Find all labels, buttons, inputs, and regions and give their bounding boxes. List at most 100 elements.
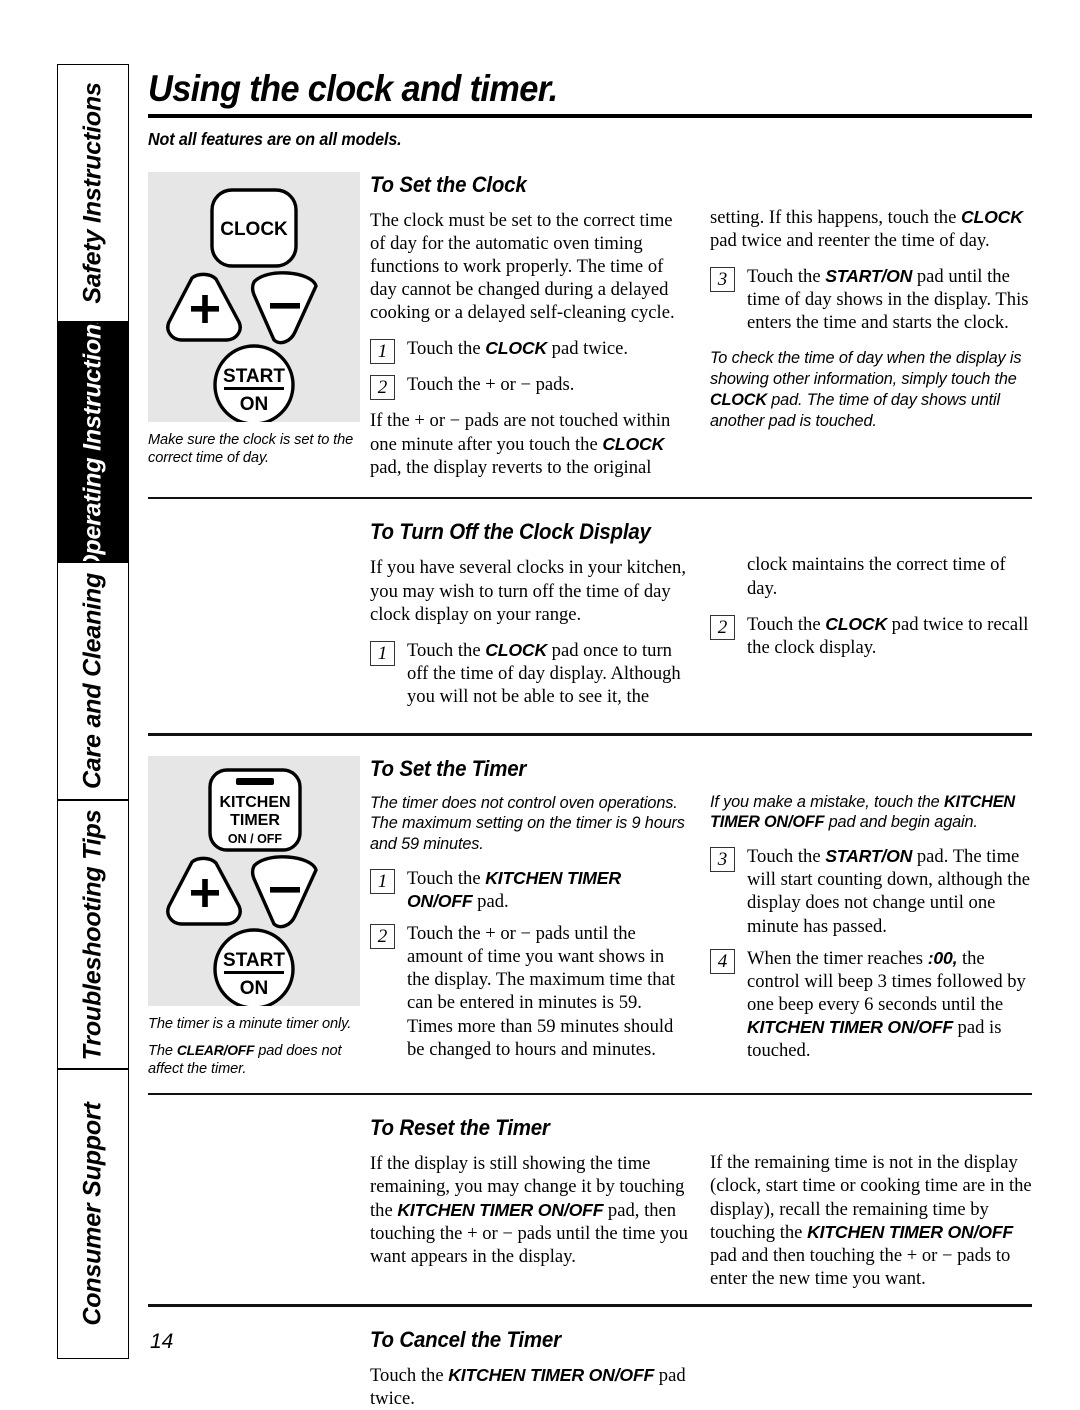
sidebar-tab-safety-instructions[interactable]: Safety Instructions	[57, 64, 129, 322]
caption-pre: The	[148, 1043, 177, 1060]
text-post: pad and then touching the + or − pads to…	[710, 1244, 1011, 1290]
pad-name: CLOCK	[485, 639, 547, 660]
page-number: 14	[150, 1330, 174, 1353]
set-clock-step-1: 1 Touch the CLOCK pad twice.	[370, 337, 688, 365]
step-number: 2	[370, 375, 395, 401]
minus-icon	[270, 886, 300, 893]
start-on-divider	[224, 386, 284, 390]
turn-off-clock-continuation: clock maintains the correct time of day.	[747, 554, 1006, 599]
section-set-the-clock: CLOCK START ON Make sure the clock is se…	[148, 171, 1032, 479]
reset-timer-left-column: To Reset the Timer If the display is sti…	[370, 1115, 688, 1290]
reset-timer-right-column: If the remaining time is not in the disp…	[710, 1115, 1032, 1290]
step-text: Touch the START/ON pad. The time will st…	[747, 845, 1032, 938]
step-text: Touch the KITCHEN TIMER ON/OFF pad.	[407, 867, 688, 913]
set-clock-note: To check the time of day when the displa…	[710, 348, 1032, 431]
heading-cancel-the-timer: To Cancel the Timer	[370, 1326, 561, 1352]
step-number: 3	[710, 267, 735, 293]
step-text: When the timer reaches :00, the control …	[747, 947, 1032, 1063]
pad-name: KITCHEN TIMER ON/OFF	[397, 1199, 604, 1220]
title-rule	[148, 113, 1032, 118]
tail-post: pad, the display reverts to the original	[370, 456, 652, 478]
step-text-pre: Touch the	[407, 338, 486, 360]
timer-illustration-caption-2: The CLEAR/OFF pad does not affect the ti…	[148, 1042, 362, 1079]
clock-pad-art: CLOCK START ON	[166, 188, 318, 422]
step-text-pre: When the timer reaches	[747, 947, 928, 969]
reset-timer-right-text: If the remaining time is not in the disp…	[710, 1151, 1032, 1290]
step-number: 1	[370, 868, 395, 894]
step-text: Touch the + or − pads until the amount o…	[407, 923, 676, 1060]
section-reset-the-timer: To Reset the Timer If the display is sti…	[148, 1115, 1032, 1290]
timer-zero-value: :00,	[927, 947, 958, 968]
clock-pad-label: CLOCK	[220, 219, 288, 240]
turn-off-clock-step-2: 2 Touch the CLOCK pad twice to recall th…	[710, 613, 1032, 659]
page-title: Using the clock and timer.	[148, 68, 558, 109]
heading-set-the-clock: To Set the Clock	[370, 171, 527, 197]
set-clock-step-3: 3 Touch the START/ON pad until the time …	[710, 265, 1032, 334]
set-clock-left-column: To Set the Clock The clock must be set t…	[370, 172, 688, 479]
pad-name: START/ON	[825, 266, 913, 287]
sidebar-tab-troubleshooting-tips[interactable]: Troubleshooting Tips	[57, 800, 129, 1069]
note-post: pad and begin again.	[824, 813, 978, 832]
timer-pad-art: KITCHEN TIMER ON / OFF START ON	[166, 768, 318, 1006]
step-text: Touch the START/ON pad until the time of…	[747, 265, 1032, 334]
step-text-pre: Touch the	[747, 846, 826, 868]
clock-pad-illustration-block: CLOCK START ON Make sure the clock is se…	[148, 171, 370, 479]
pad-name: CLOCK	[485, 338, 547, 359]
sidebar-tab-label: Consumer Support	[78, 1102, 107, 1326]
step-text-pre: Touch the	[747, 613, 826, 635]
set-timer-step-4: 4 When the timer reaches :00, the contro…	[710, 947, 1032, 1063]
sidebar-tab-label: Troubleshooting Tips	[78, 809, 107, 1060]
step-text: Touch the CLOCK pad twice.	[407, 337, 688, 364]
timer-pad-label: TIMER	[230, 812, 280, 829]
set-timer-step-2: 2 Touch the + or − pads until the amount…	[370, 922, 688, 1061]
pad-name: KITCHEN TIMER ON/OFF	[747, 1017, 953, 1038]
minus-icon	[270, 302, 300, 309]
cancel-timer-left-column: To Cancel the Timer Touch the KITCHEN TI…	[370, 1327, 688, 1410]
section-cancel-the-timer: To Cancel the Timer Touch the KITCHEN TI…	[148, 1327, 1032, 1410]
page-content: Using the clock and timer. Not all featu…	[148, 70, 1032, 1410]
note-pre: To check the time of day when the displa…	[710, 349, 1022, 389]
pad-name: CLOCK	[602, 433, 665, 454]
set-clock-continuation: setting. If this happens, touch the CLOC…	[710, 206, 1032, 252]
heading-set-the-timer: To Set the Timer	[370, 755, 527, 781]
page-subnote: Not all features are on all models.	[148, 128, 402, 149]
pad-name: CLOCK	[825, 613, 887, 634]
start-pad-label: START	[223, 366, 285, 387]
sidebar-tab-label: Safety Instructions	[78, 82, 107, 304]
pad-name: CLOCK	[710, 390, 767, 409]
step-number: 3	[710, 847, 735, 873]
set-timer-step-3: 3 Touch the START/ON pad. The time will …	[710, 845, 1032, 938]
pad-name: START/ON	[825, 846, 913, 867]
step-number: 1	[370, 339, 395, 365]
step-text-pre: Touch the	[407, 639, 486, 661]
reset-timer-left-text: If the display is still showing the time…	[370, 1152, 688, 1268]
sidebar-tab-label: Care and Cleaning	[78, 572, 107, 790]
on-pad-label: ON	[240, 978, 269, 999]
cancel-timer-text: Touch the KITCHEN TIMER ON/OFF pad twice…	[370, 1364, 688, 1410]
step-number: 2	[710, 614, 735, 640]
text-pre: Touch the	[370, 1364, 449, 1386]
kitchen-pad-label: KITCHEN	[219, 794, 290, 811]
sidebar-tab-consumer-support[interactable]: Consumer Support	[57, 1069, 129, 1359]
step-text: Touch the CLOCK pad twice to recall the …	[747, 613, 1032, 659]
turn-off-clock-art-spacer	[148, 519, 370, 717]
step-number: 4	[710, 948, 735, 974]
cancel-timer-art-spacer	[148, 1327, 370, 1410]
set-clock-right-column: setting. If this happens, touch the CLOC…	[710, 172, 1032, 479]
section-set-the-timer: KITCHEN TIMER ON / OFF START ON The time…	[148, 755, 1032, 1079]
sidebar-tab-care-and-cleaning[interactable]: Care and Cleaning	[57, 562, 129, 800]
cont-pre: setting. If this happens, touch the	[710, 206, 961, 228]
start-pad-label: START	[223, 950, 285, 971]
heading-reset-the-timer: To Reset the Timer	[370, 1115, 550, 1141]
timer-pad-illustration-block: KITCHEN TIMER ON / OFF START ON The time…	[148, 755, 370, 1079]
turn-off-clock-step-1: 1 Touch the CLOCK pad once to turn off t…	[370, 639, 688, 708]
set-timer-mistake-note: If you make a mistake, touch the KITCHEN…	[710, 792, 1032, 833]
set-clock-intro: The clock must be set to the correct tim…	[370, 209, 675, 324]
set-timer-right-column: If you make a mistake, touch the KITCHEN…	[710, 756, 1032, 1079]
step-number: 2	[370, 924, 395, 950]
sidebar-tab-operating-instructions[interactable]: Operating Instructions	[57, 322, 129, 562]
timer-pad-illustration: KITCHEN TIMER ON / OFF START ON	[148, 755, 360, 1006]
pad-name: CLOCK	[960, 206, 1023, 227]
turn-off-clock-intro: If you have several clocks in your kitch…	[370, 557, 686, 625]
set-timer-step-1: 1 Touch the KITCHEN TIMER ON/OFF pad.	[370, 867, 688, 913]
